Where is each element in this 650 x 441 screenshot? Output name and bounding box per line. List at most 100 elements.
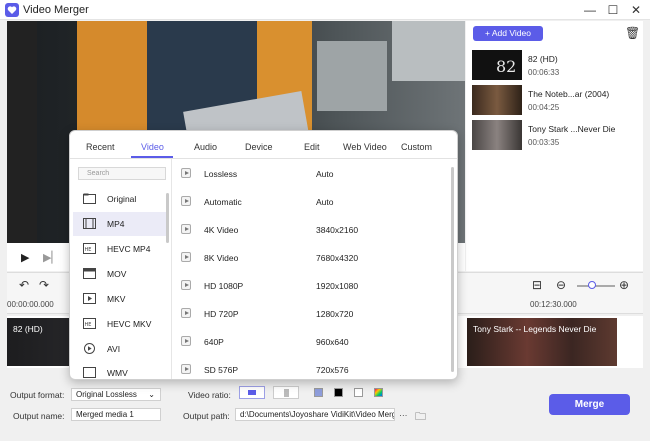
preview-play-icon[interactable]: [181, 196, 191, 206]
video-title: The Noteb...ar (2004): [528, 89, 610, 99]
close-button[interactable]: ✕: [628, 2, 644, 18]
next-frame-icon[interactable]: ▶▏: [43, 251, 60, 264]
hevc-icon: HE: [83, 243, 96, 254]
minimize-button[interactable]: —: [582, 2, 598, 18]
svg-text:82: 82: [496, 57, 516, 76]
preset-row[interactable]: 8K Video 7680x4320: [173, 243, 453, 271]
preset-resolution: Auto: [316, 197, 334, 207]
preset-row[interactable]: SD 576P 720x576: [173, 355, 453, 379]
preset-name: HD 720P: [204, 309, 239, 319]
ratio-landscape-button[interactable]: [239, 386, 265, 399]
video-title: Tony Stark ...Never Die: [528, 124, 616, 134]
path-more-button[interactable]: ···: [399, 410, 408, 420]
tab-edit[interactable]: Edit: [304, 142, 320, 152]
fit-timeline-icon[interactable]: ⊟: [532, 278, 542, 292]
blur-background-swatch[interactable]: [314, 388, 323, 397]
format-label: HEVC MP4: [107, 244, 151, 254]
preview-play-icon[interactable]: [181, 224, 191, 234]
output-path-input[interactable]: d:\Documents\Joyoshare VidiKit\Video Mer…: [235, 408, 395, 421]
redo-icon[interactable]: ↷: [39, 278, 49, 292]
app-logo-icon: [5, 3, 19, 17]
svg-text:HE: HE: [85, 322, 92, 328]
tab-audio[interactable]: Audio: [194, 142, 217, 152]
video-thumbnail: 82: [472, 50, 522, 80]
preset-name: 4K Video: [204, 225, 239, 235]
preview-play-icon[interactable]: [181, 364, 191, 374]
tab-custom[interactable]: Custom: [401, 142, 432, 152]
black-background-swatch[interactable]: [334, 388, 343, 397]
format-label: MOV: [107, 269, 127, 279]
playlist-item[interactable]: Tony Stark ...Never Die 00:03:35: [472, 120, 637, 152]
preset-resolution: 7680x4320: [316, 253, 359, 263]
preset-name: SD 576P: [204, 365, 239, 375]
preset-resolution: 3840x2160: [316, 225, 359, 235]
ruler-end: 00:12:30.000: [530, 300, 577, 309]
zoom-slider[interactable]: [577, 285, 615, 287]
custom-color-icon[interactable]: [374, 388, 383, 397]
white-background-swatch[interactable]: [354, 388, 363, 397]
format-item-mkv[interactable]: MKV: [73, 287, 169, 311]
format-item-hevc-mp4[interactable]: HE HEVC MP4: [73, 237, 169, 261]
preview-play-icon[interactable]: [181, 308, 191, 318]
zoom-out-icon[interactable]: ⊖: [556, 278, 566, 292]
film-icon: [83, 218, 96, 229]
tab-device[interactable]: Device: [245, 142, 273, 152]
format-item-avi[interactable]: AVI: [73, 337, 169, 361]
format-popup: Recent Video Audio Device Edit Web Video…: [69, 130, 458, 380]
output-name-input[interactable]: Merged media 1: [71, 408, 161, 421]
ratio-landscape-icon: [248, 390, 256, 395]
preset-resolution: 1920x1080: [316, 281, 359, 291]
preset-row[interactable]: 4K Video 3840x2160: [173, 215, 453, 243]
format-item-wmv[interactable]: WMV: [73, 361, 169, 379]
preset-row[interactable]: HD 1080P 1920x1080: [173, 271, 453, 299]
output-format-value: Original Lossless: [76, 390, 137, 399]
preset-row[interactable]: Lossless Auto: [173, 159, 453, 187]
trash-icon[interactable]: 🗑: [625, 26, 640, 40]
preview-play-icon[interactable]: [181, 168, 191, 178]
tab-video[interactable]: Video: [141, 142, 164, 152]
format-label: MP4: [107, 219, 125, 229]
format-search-input[interactable]: Search: [78, 167, 166, 180]
clip-label: 82 (HD): [13, 324, 43, 334]
zoom-slider-handle[interactable]: [588, 281, 596, 289]
preset-name: Automatic: [204, 197, 242, 207]
tab-recent[interactable]: Recent: [86, 142, 115, 152]
ruler-start: 00:00:00.000: [7, 300, 54, 309]
playlist-item[interactable]: 82 82 (HD) 00:06:33: [472, 50, 637, 82]
preview-play-icon[interactable]: [181, 280, 191, 290]
playlist-item[interactable]: The Noteb...ar (2004) 00:04:25: [472, 85, 637, 117]
output-name-label: Output name:: [13, 411, 65, 421]
play-icon[interactable]: ▶: [21, 251, 29, 264]
play-circle-icon: [84, 343, 95, 354]
format-list-scrollbar[interactable]: [166, 193, 169, 243]
zoom-in-icon[interactable]: ⊕: [619, 278, 629, 292]
preset-row[interactable]: 640P 960x640: [173, 327, 453, 355]
format-item-original[interactable]: Original: [73, 187, 169, 211]
video-title: 82 (HD): [528, 54, 558, 64]
preset-row[interactable]: HD 720P 1280x720: [173, 299, 453, 327]
maximize-button[interactable]: ☐: [605, 2, 621, 18]
ratio-portrait-icon: [284, 389, 289, 397]
video-thumbnail: [472, 85, 522, 115]
clip-label: Tony Stark -- Legends Never Die: [473, 324, 597, 334]
folder-icon[interactable]: 🗀: [415, 408, 426, 427]
preview-play-icon[interactable]: [181, 336, 191, 346]
output-format-select[interactable]: Original Lossless ⌄: [71, 388, 161, 401]
undo-icon[interactable]: ↶: [19, 278, 29, 292]
playlist-panel: + Add Video 🗑 82 82 (HD) 00:06:33 The No…: [466, 21, 643, 271]
preview-play-icon[interactable]: [181, 252, 191, 262]
output-path-label: Output path:: [183, 411, 230, 421]
format-item-hevc-mkv[interactable]: HE HEVC MKV: [73, 312, 169, 336]
format-item-mov[interactable]: MOV: [73, 262, 169, 286]
title-bar: Video Merger — ☐ ✕: [0, 0, 650, 20]
add-video-button[interactable]: + Add Video: [473, 26, 543, 41]
ratio-portrait-button[interactable]: [273, 386, 299, 399]
output-settings: Output format: Original Lossless ⌄ Outpu…: [0, 375, 650, 441]
format-item-mp4[interactable]: MP4: [73, 212, 169, 236]
preset-list-scrollbar[interactable]: [451, 167, 454, 372]
merge-button[interactable]: Merge: [549, 394, 630, 415]
tab-web-video[interactable]: Web Video: [343, 142, 387, 152]
preset-row[interactable]: Automatic Auto: [173, 187, 453, 215]
scene-building: [392, 21, 465, 81]
timeline-clip[interactable]: Tony Stark -- Legends Never Die: [467, 318, 617, 366]
